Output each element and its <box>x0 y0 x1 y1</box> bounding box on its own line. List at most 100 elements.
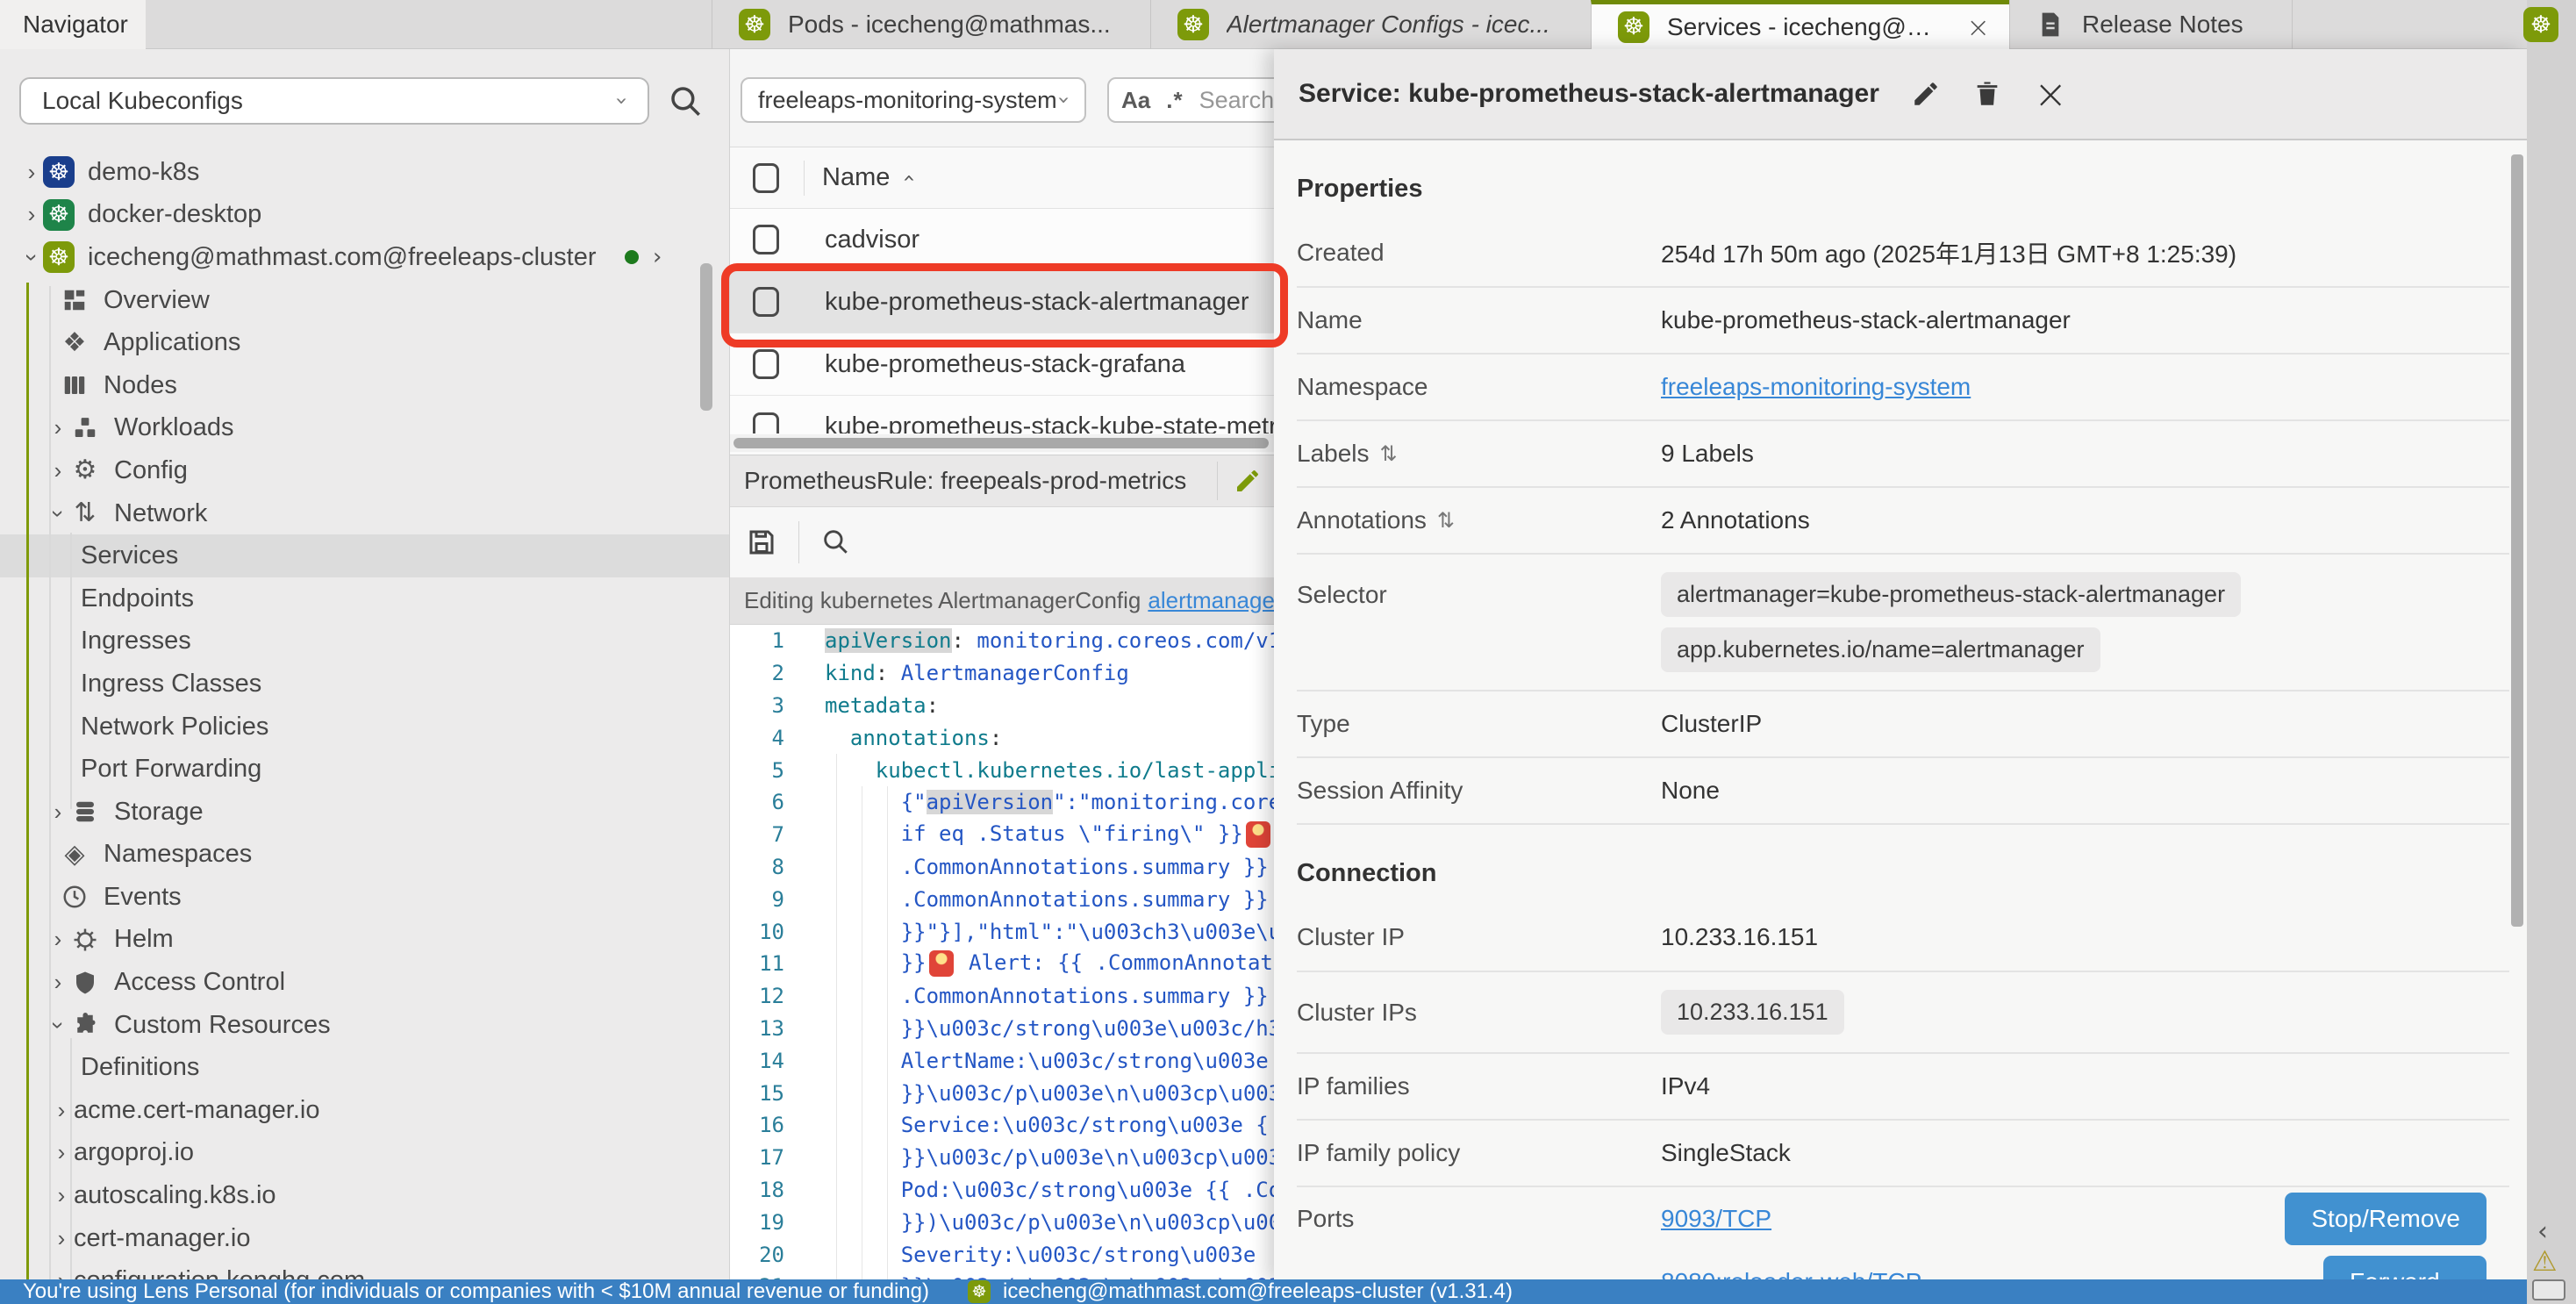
yaml-editor[interactable]: 1apiVersion: monitoring.coreos.com/v12ki… <box>730 625 1274 1279</box>
sort-toggle-icon[interactable]: ⇅ <box>1380 443 1398 464</box>
sidebar-item-acme-cert-manager-io[interactable]: ›acme.cert-manager.io <box>0 1089 730 1132</box>
sidebar-item-helm[interactable]: ›Helm <box>0 919 730 962</box>
code-line: 16 Service:\u003c/strong\u003e { <box>730 1109 1274 1142</box>
tab-services[interactable]: ☸Services - icecheng@math...× <box>1591 0 2009 49</box>
sidebar-item-demo-k8s[interactable]: ›☸demo-k8s <box>0 151 730 194</box>
stop-remove-button[interactable]: Stop/Remove <box>2285 1193 2487 1245</box>
table-row[interactable]: kube-prometheus-stack-kube-state-metrics <box>730 396 1274 433</box>
row-checkbox[interactable] <box>753 349 779 379</box>
editing-resource-link[interactable]: alertmanager <box>1148 587 1274 614</box>
sidebar-item-access-control[interactable]: ›Access Control <box>0 961 730 1004</box>
row-checkbox[interactable] <box>753 287 779 317</box>
tree-guide-line <box>49 286 51 1279</box>
navigator-sidebar: Local Kubeconfigs › ›☸demo-k8s›☸docker-d… <box>0 49 730 1279</box>
sidebar-item-ingresses[interactable]: Ingresses <box>0 620 730 663</box>
indent-guide <box>887 786 888 1279</box>
line-number: 5 <box>730 758 807 783</box>
sort-ascending-icon[interactable]: › <box>898 174 919 183</box>
sidebar-item-storage[interactable]: ›Storage <box>0 791 730 834</box>
sidebar-item-label: Config <box>114 456 188 485</box>
sidebar-item-cert-manager-io[interactable]: ›cert-manager.io <box>0 1217 730 1260</box>
edit-pencil-icon[interactable] <box>1234 467 1262 495</box>
regex-icon[interactable]: .* <box>1166 87 1183 114</box>
search-icon[interactable] <box>820 527 852 558</box>
kubeconfig-select[interactable]: Local Kubeconfigs › <box>19 77 649 125</box>
line-number: 20 <box>730 1243 807 1267</box>
chevron-right-icon[interactable]: › <box>19 201 44 228</box>
sidebar-item-network[interactable]: ›⇅Network <box>0 492 730 535</box>
detail-value: None <box>1661 777 1720 805</box>
tree-guide-line <box>70 1038 72 1279</box>
detail-label: IP families <box>1297 1072 1661 1100</box>
search-icon[interactable] <box>667 82 704 119</box>
access-control-icon <box>70 968 100 998</box>
horizontal-scrollbar[interactable] <box>730 434 1274 452</box>
drawer-scrollbar[interactable] <box>2511 154 2523 927</box>
sidebar-item-configuration-konghq-com[interactable]: ›configuration.konghq.com <box>0 1259 730 1279</box>
sidebar-item-workloads[interactable]: ›Workloads <box>0 407 730 450</box>
code-line: 15 }}\u003c/p\u003e\n\u003cp\u003 <box>730 1077 1274 1109</box>
line-number: 15 <box>730 1081 807 1106</box>
chevron-right-icon[interactable]: › <box>653 246 662 269</box>
table-row[interactable]: kube-prometheus-stack-grafana <box>730 333 1274 396</box>
code-text: apiVersion: monitoring.coreos.com/v1 <box>825 628 1274 653</box>
close-icon[interactable]: × <box>1957 13 1999 41</box>
sort-toggle-icon[interactable]: ⇅ <box>1437 510 1455 531</box>
port-link[interactable]: 9093/TCP <box>1661 1205 1771 1233</box>
code-text: Pod:\u003c/strong\u003e {{ .Co <box>825 1178 1274 1202</box>
sidebar-item-overview[interactable]: Overview <box>0 279 730 322</box>
active-cluster-text[interactable]: icecheng@mathmast.com@freeleaps-cluster … <box>1003 1279 1513 1304</box>
chevron-down-icon[interactable]: › <box>19 244 44 271</box>
detail-value: kube-prometheus-stack-alertmanager <box>1661 306 2071 334</box>
name-column-header[interactable]: Name <box>822 163 890 192</box>
tab-alertmanager[interactable]: ☸Alertmanager Configs - icec... <box>1150 0 1591 49</box>
row-checkbox[interactable] <box>753 412 779 434</box>
code-line: 12 .CommonAnnotations.summary }} <box>730 980 1274 1013</box>
sidebar-item-custom-resources[interactable]: ›Custom Resources <box>0 1004 730 1047</box>
detail-label: Ports <box>1297 1187 1661 1250</box>
match-case-icon[interactable]: Aa <box>1121 87 1150 114</box>
table-row[interactable]: cadvisor <box>730 209 1274 271</box>
select-all-checkbox[interactable] <box>753 163 779 193</box>
sidebar-item-ingress-classes[interactable]: Ingress Classes <box>0 663 730 706</box>
sidebar-scrollbar[interactable] <box>700 263 712 411</box>
sidebar-item-argoproj-io[interactable]: ›argoproj.io <box>0 1132 730 1175</box>
sidebar-item-docker-desktop[interactable]: ›☸docker-desktop <box>0 194 730 237</box>
sidebar-item-definitions[interactable]: Definitions <box>0 1046 730 1089</box>
tab-label: Pods - icecheng@mathmas... <box>788 11 1140 39</box>
sidebar-item-nodes[interactable]: Nodes <box>0 364 730 407</box>
namespace-select[interactable]: freeleaps-monitoring-system › <box>741 77 1086 123</box>
namespace-link[interactable]: freeleaps-monitoring-system <box>1661 373 1971 401</box>
sidebar-item-applications[interactable]: ❖Applications <box>0 321 730 364</box>
edit-pencil-icon[interactable] <box>1911 79 1941 109</box>
kubernetes-icon: ☸ <box>1618 11 1649 43</box>
table-row[interactable]: kube-prometheus-stack-alertmanager <box>730 271 1274 333</box>
sidebar-item-events[interactable]: Events <box>0 876 730 919</box>
chevron-left-icon: ‹ <box>2537 1216 2548 1247</box>
sidebar-item-config[interactable]: ›⚙Config <box>0 449 730 492</box>
code-line: 20 Severity:\u003c/strong\u003e <box>730 1238 1274 1271</box>
row-checkbox[interactable] <box>753 225 779 254</box>
trash-icon[interactable] <box>1972 79 2002 109</box>
close-icon[interactable]: × <box>2034 74 2068 114</box>
sidebar-item-icecheng-mathmast-com-freeleaps-cluster[interactable]: ›☸icecheng@mathmast.com@freeleaps-cluste… <box>0 236 730 279</box>
sidebar-item-label: docker-desktop <box>88 200 261 229</box>
sidebar-item-label: Endpoints <box>81 584 194 613</box>
sidebar-item-services[interactable]: Services <box>0 534 730 577</box>
code-line: 17 }}\u003c/p\u003e\n\u003cp\u003 <box>730 1142 1274 1174</box>
search-input[interactable]: Aa .* Search <box>1107 77 1274 123</box>
dock-tab-prometheusrule[interactable]: PrometheusRule: freepeals-prod-metrics <box>730 455 1274 507</box>
tab-pods[interactable]: ☸Pods - icecheng@mathmas... <box>712 0 1150 49</box>
chevron-right-icon[interactable]: › <box>19 159 44 186</box>
sidebar-item-namespaces[interactable]: ◈Namespaces <box>0 834 730 877</box>
code-text: }}\u003c/strong\u003e\u003c/h3 <box>825 1016 1274 1041</box>
sidebar-item-autoscaling-k8s-io[interactable]: ›autoscaling.k8s.io <box>0 1174 730 1217</box>
detail-row-ip-families: IP familiesIPv4 <box>1297 1052 2509 1119</box>
line-number: 19 <box>730 1210 807 1235</box>
detail-row-session-affinity: Session AffinityNone <box>1297 756 2509 823</box>
tab-release[interactable]: Release Notes <box>2009 0 2293 49</box>
sidebar-item-network-policies[interactable]: Network Policies <box>0 706 730 749</box>
sidebar-item-port-forwarding[interactable]: Port Forwarding <box>0 748 730 791</box>
save-icon[interactable] <box>746 527 777 558</box>
sidebar-item-endpoints[interactable]: Endpoints <box>0 577 730 620</box>
